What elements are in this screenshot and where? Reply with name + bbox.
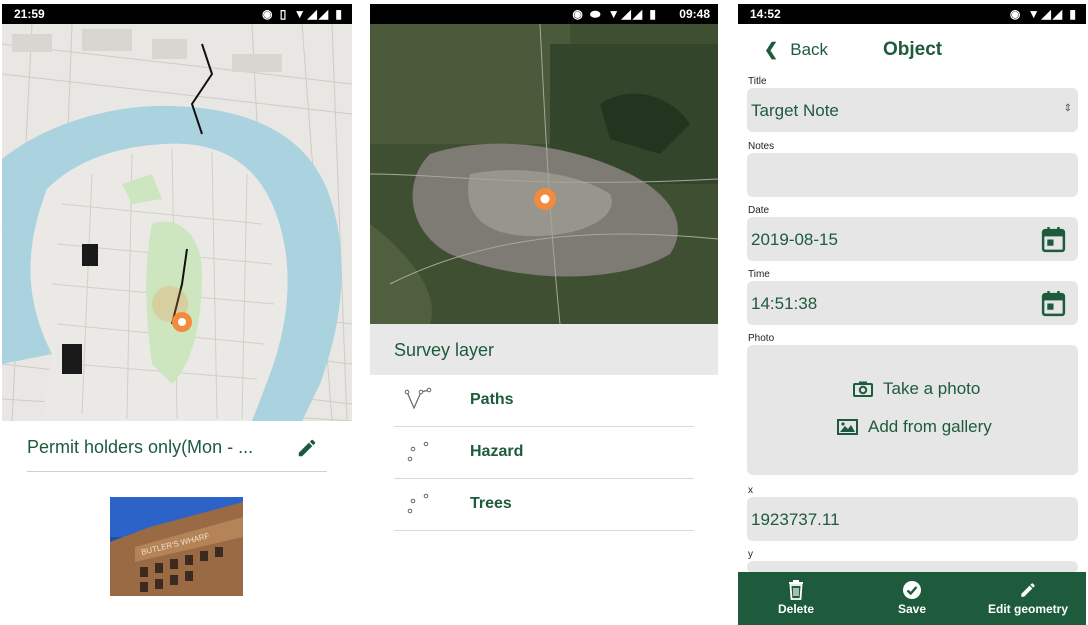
satellite-map[interactable]	[370, 24, 718, 324]
edit-feature-button[interactable]	[296, 437, 320, 461]
image-icon	[837, 419, 858, 435]
date-value: 2019-08-15	[751, 230, 838, 249]
time-field[interactable]: 14:51:38	[747, 281, 1078, 325]
layer-item-paths[interactable]: Paths	[394, 375, 694, 427]
page-title: Object	[883, 39, 943, 60]
status-time: 21:59	[14, 7, 45, 21]
layer-label: Hazard	[470, 443, 524, 460]
title-field-label: Title	[748, 76, 767, 87]
status-time: 14:52	[750, 7, 781, 21]
back-button[interactable]: ❮ Back	[764, 40, 828, 60]
x-coordinate-value: 1923737.11	[751, 510, 840, 529]
points-geometry-icon	[407, 441, 429, 462]
save-button[interactable]: Save	[892, 580, 932, 616]
edit-geometry-label: Edit geometry	[988, 602, 1069, 616]
pencil-icon	[1021, 583, 1035, 597]
edit-geometry-button[interactable]: Edit geometry	[988, 580, 1068, 616]
status-bar: ◉ ⬬ ▼◢◢ ▮ 09:48	[370, 4, 718, 24]
trash-icon	[789, 580, 803, 600]
layer-label: Paths	[470, 391, 514, 408]
camera-icon	[853, 381, 873, 397]
calendar-icon[interactable]	[1041, 226, 1066, 253]
status-icons: ◉ ▼◢◢ ▮	[1009, 7, 1078, 21]
status-icons: ◉ ▯ ▼◢◢ ▮	[261, 7, 344, 21]
chevron-left-icon: ❮	[764, 40, 779, 59]
pencil-icon	[298, 439, 316, 457]
points-geometry-icon	[407, 493, 429, 514]
title-select[interactable]: Target Note ⇕	[747, 88, 1078, 132]
x-field-label: x	[748, 485, 753, 496]
layer-label: Trees	[470, 495, 512, 512]
delete-button[interactable]: Delete	[774, 580, 818, 616]
time-field-label: Time	[748, 269, 770, 280]
feature-title: Permit holders only(Mon - ...	[27, 437, 254, 457]
y-field-label: y	[748, 549, 753, 560]
status-bar: 14:52 ◉ ▼◢◢ ▮	[738, 4, 1086, 24]
save-label: Save	[897, 602, 927, 616]
notes-field-label: Notes	[748, 141, 775, 152]
status-time: 09:48	[679, 7, 710, 21]
map-view-screen: 21:59 ◉ ▯ ▼◢◢ ▮ Permit holders only(Mon …	[2, 0, 352, 625]
select-arrows-icon: ⇕	[1063, 103, 1072, 114]
top-nav-bar: ❮ Back Object	[738, 24, 1086, 76]
status-icons: ◉ ⬬ ▼◢◢ ▮	[572, 7, 658, 21]
photo-field-label: Photo	[748, 333, 775, 344]
line-geometry-icon	[404, 387, 432, 410]
take-photo-label: Take a photo	[883, 379, 981, 398]
status-bar: 21:59 ◉ ▯ ▼◢◢ ▮	[2, 4, 352, 24]
bottom-action-bar: Delete Save Edit geometry	[738, 572, 1086, 625]
street-map[interactable]	[2, 24, 352, 421]
x-coordinate-field[interactable]: 1923737.11	[747, 497, 1078, 541]
layer-select-screen: ◉ ⬬ ▼◢◢ ▮ 09:48 Survey layer Paths Hazar…	[370, 0, 718, 625]
calendar-icon[interactable]	[1041, 290, 1066, 317]
title-select-value: Target Note	[751, 101, 839, 120]
take-photo-button[interactable]: Take a photo	[853, 379, 980, 399]
delete-label: Delete	[777, 602, 815, 616]
check-circle-icon	[903, 581, 921, 599]
back-label: Back	[790, 40, 829, 59]
add-from-gallery-label: Add from gallery	[868, 417, 992, 436]
layer-item-trees[interactable]: Trees	[394, 479, 694, 531]
date-field-label: Date	[748, 205, 770, 216]
divider	[27, 471, 327, 472]
layer-item-hazard[interactable]: Hazard	[394, 427, 694, 479]
time-value: 14:51:38	[751, 294, 818, 313]
date-field[interactable]: 2019-08-15	[747, 217, 1078, 261]
photo-area: Take a photo Add from gallery	[747, 345, 1078, 475]
add-from-gallery-button[interactable]: Add from gallery	[837, 417, 992, 437]
layer-list-header: Survey layer	[370, 324, 718, 375]
layer-list-title: Survey layer	[394, 340, 495, 360]
feature-photo[interactable]: BUTLER'S WHARF	[110, 497, 243, 596]
notes-field[interactable]	[747, 153, 1078, 197]
object-form-screen: 14:52 ◉ ▼◢◢ ▮ ❮ Back Object Title Target …	[738, 0, 1086, 625]
